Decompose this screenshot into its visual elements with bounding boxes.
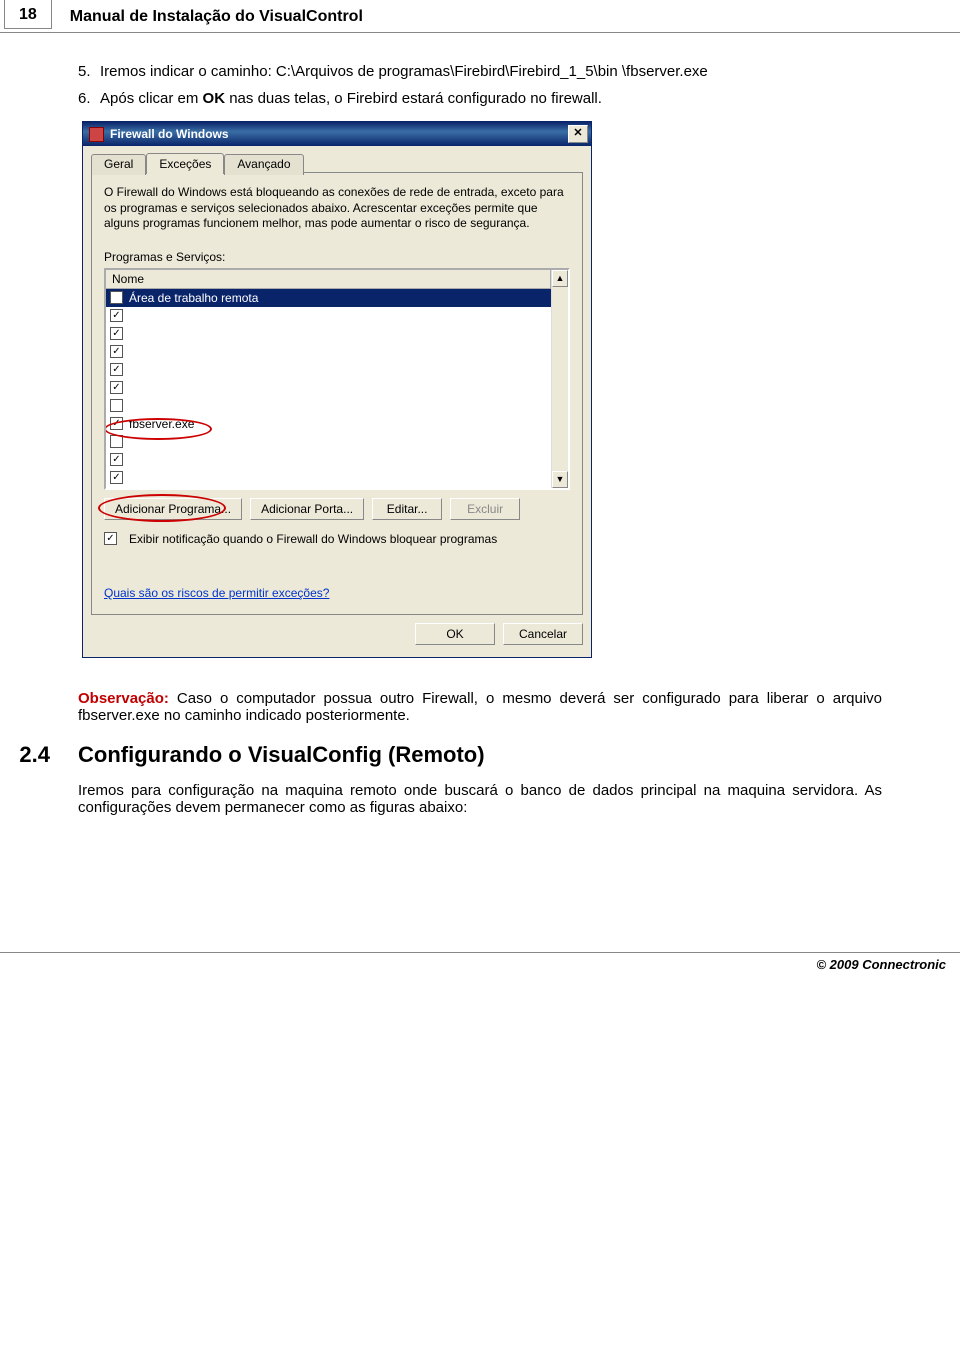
observation: Observação: Caso o computador possua out… (78, 690, 882, 724)
add-port-button[interactable]: Adicionar Porta... (250, 498, 364, 520)
section-paragraph: Iremos para configuração na maquina remo… (78, 782, 882, 816)
tabs: Geral Exceções Avançado (83, 146, 591, 173)
ok-button[interactable]: OK (415, 623, 495, 645)
page-title: Manual de Instalação do VisualControl (70, 6, 363, 26)
step-6: 6. Após clicar em OK nas duas telas, o F… (78, 90, 882, 107)
list-item[interactable] (106, 361, 568, 379)
checkbox-icon[interactable] (110, 471, 123, 484)
step-number: 6. (78, 90, 100, 107)
list-header: Nome (106, 270, 551, 289)
page-number: 18 (4, 0, 52, 29)
list-item-fbserver[interactable]: fbserver.exe (106, 415, 568, 433)
list-label: Programas e Serviços: (104, 250, 570, 264)
tab-exceptions[interactable]: Exceções (146, 153, 224, 174)
edit-button[interactable]: Editar... (372, 498, 442, 520)
notify-label: Exibir notificação quando o Firewall do … (129, 532, 497, 546)
checkbox-icon[interactable] (110, 327, 123, 340)
list-item[interactable] (106, 451, 568, 469)
add-program-button[interactable]: Adicionar Programa... (104, 498, 242, 520)
checkbox-icon[interactable] (110, 345, 123, 358)
page-footer: © 2009 Connectronic (0, 952, 960, 976)
page-header: 18 Manual de Instalação do VisualControl (0, 0, 960, 33)
section-number: 2.4 (2, 742, 50, 768)
checkbox-icon[interactable] (110, 381, 123, 394)
observation-text: Caso o computador possua outro Firewall,… (78, 690, 882, 724)
section-heading: 2.4 Configurando o VisualConfig (Remoto) (2, 742, 882, 768)
close-button[interactable]: ✕ (568, 125, 588, 143)
scrollbar[interactable]: ▲ ▼ (551, 270, 568, 488)
tab-pane: O Firewall do Windows está bloqueando as… (91, 172, 583, 615)
dialog-title: Firewall do Windows (110, 127, 568, 141)
list-item[interactable] (106, 433, 568, 451)
titlebar: Firewall do Windows ✕ (83, 122, 591, 146)
programs-listbox[interactable]: ▲ ▼ Nome Área de trabalho remota fbserve… (104, 268, 570, 490)
checkbox-icon[interactable] (110, 363, 123, 376)
observation-label: Observação: (78, 690, 169, 707)
list-item[interactable] (106, 469, 568, 487)
step-number: 5. (78, 63, 100, 80)
firewall-dialog: Firewall do Windows ✕ Geral Exceções Ava… (82, 121, 592, 658)
description-text: O Firewall do Windows está bloqueando as… (104, 185, 570, 232)
firewall-icon (89, 127, 104, 142)
risks-link[interactable]: Quais são os riscos de permitir exceções… (104, 586, 329, 600)
cancel-button[interactable]: Cancelar (503, 623, 583, 645)
checkbox-icon[interactable] (110, 309, 123, 322)
step-5: 5. Iremos indicar o caminho: C:\Arquivos… (78, 63, 882, 80)
checkbox-icon[interactable] (110, 417, 123, 430)
tab-general[interactable]: Geral (91, 154, 146, 175)
section-title: Configurando o VisualConfig (Remoto) (78, 742, 485, 768)
list-item[interactable] (106, 343, 568, 361)
list-item[interactable] (106, 325, 568, 343)
list-item[interactable] (106, 307, 568, 325)
delete-button[interactable]: Excluir (450, 498, 520, 520)
dialog-footer: OK Cancelar (83, 623, 591, 657)
step-text: Após clicar em OK nas duas telas, o Fire… (100, 90, 882, 107)
checkbox-icon[interactable] (104, 532, 117, 545)
checkbox-icon[interactable] (110, 291, 123, 304)
tab-advanced[interactable]: Avançado (224, 154, 303, 175)
list-item[interactable] (106, 379, 568, 397)
list-item[interactable]: Área de trabalho remota (106, 289, 568, 307)
step-text: Iremos indicar o caminho: C:\Arquivos de… (100, 63, 882, 80)
button-row: Adicionar Programa... Adicionar Porta...… (104, 498, 570, 520)
scroll-up-icon[interactable]: ▲ (552, 270, 568, 287)
checkbox-icon[interactable] (110, 453, 123, 466)
notify-row: Exibir notificação quando o Firewall do … (104, 532, 570, 546)
checkbox-icon[interactable] (110, 399, 123, 412)
scroll-down-icon[interactable]: ▼ (552, 471, 568, 488)
list-item[interactable] (106, 397, 568, 415)
checkbox-icon[interactable] (110, 435, 123, 448)
